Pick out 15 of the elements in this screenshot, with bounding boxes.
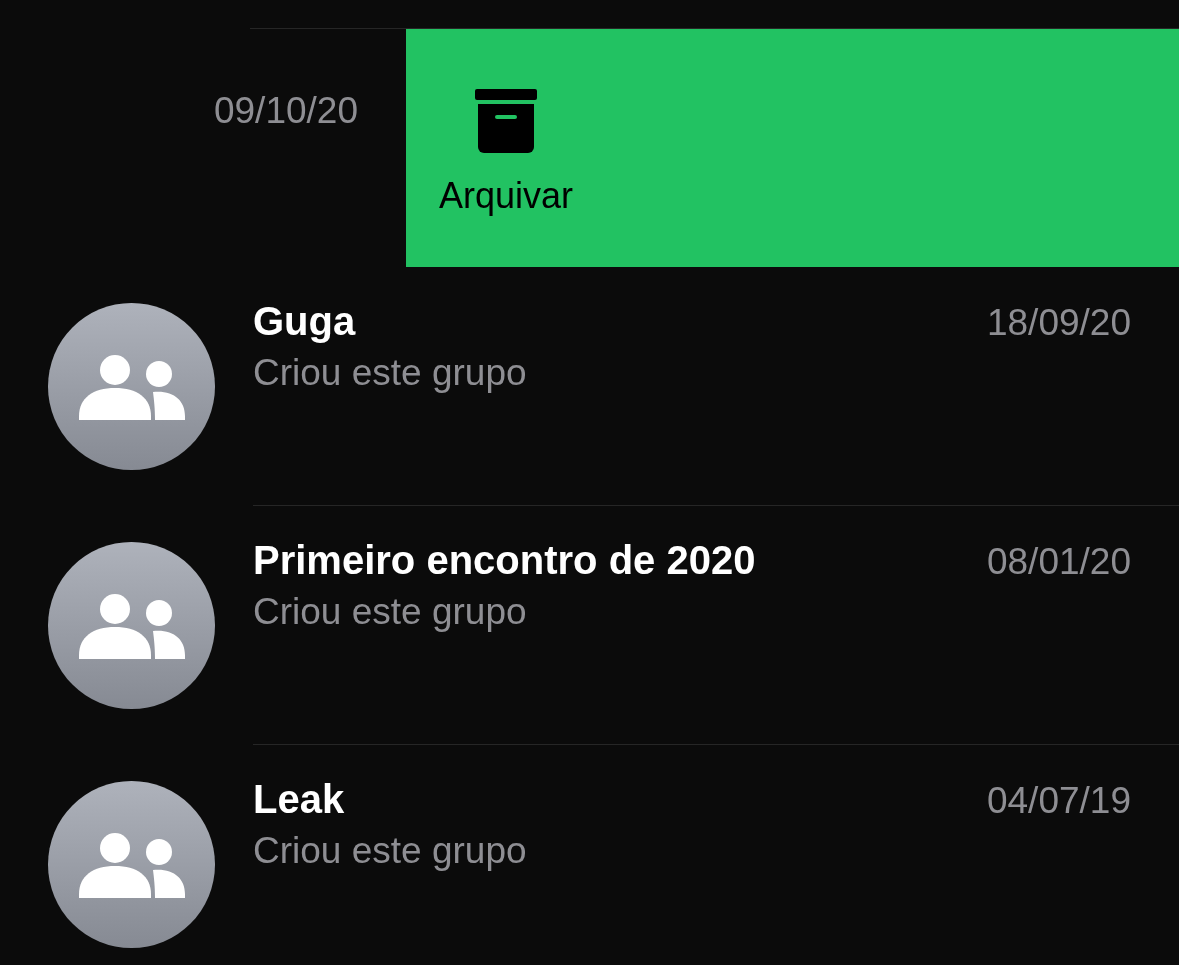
message-preview: Criou este grupo bbox=[253, 592, 527, 633]
chat-date: 09/10/20 bbox=[213, 90, 358, 131]
group-icon bbox=[78, 831, 185, 898]
chat-date: 08/01/20 bbox=[986, 542, 1131, 583]
chat-name: Primeiro encontro de 2020 bbox=[253, 537, 756, 584]
archive-button[interactable]: Arquivar bbox=[433, 29, 580, 224]
chat-date: 18/09/20 bbox=[986, 303, 1131, 344]
chat-name: Leak bbox=[253, 776, 345, 823]
group-icon bbox=[78, 353, 185, 420]
archive-icon bbox=[475, 89, 538, 153]
group-icon bbox=[78, 592, 185, 659]
chat-date: 04/07/19 bbox=[986, 781, 1131, 822]
message-preview: Criou este grupo bbox=[253, 831, 527, 872]
chat-name: Guga bbox=[253, 298, 356, 345]
message-preview: Criou este grupo bbox=[253, 353, 527, 394]
